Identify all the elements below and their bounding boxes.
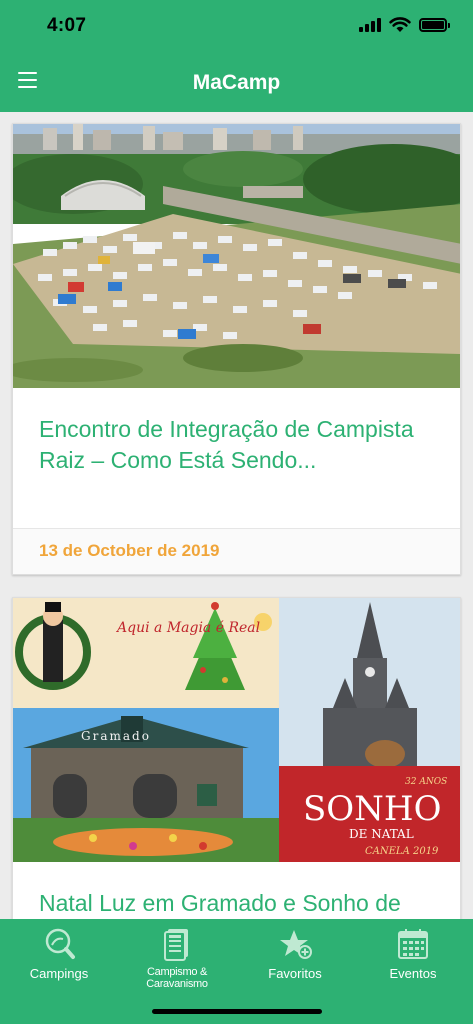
post-card[interactable]: Encontro de Integração de Campista Raiz … (12, 123, 461, 575)
tab-campismo-caravanismo[interactable]: Campismo & Caravanismo (118, 927, 236, 991)
magic-slogan: Aqui a Magia é Real (115, 620, 260, 636)
post-image-campsite[interactable] (13, 124, 460, 388)
news-icon (164, 929, 188, 961)
wifi-icon (389, 17, 411, 32)
post-card[interactable]: Aqui a Magia é Real Gramado 32 ANOS SONH… (12, 597, 461, 919)
campsite-aerial-photo (13, 124, 460, 388)
status-icons (359, 17, 450, 33)
tab-eventos[interactable]: Eventos (354, 927, 472, 991)
tab-label: Campismo & Caravanismo (146, 966, 208, 990)
natal-luz-collage: Aqui a Magia é Real Gramado 32 ANOS SONH… (13, 598, 460, 862)
tab-label: Favoritos (268, 966, 322, 981)
post-feed[interactable]: Encontro de Integração de Campista Raiz … (0, 112, 473, 919)
sonho-de-natal: DE NATAL (349, 827, 414, 841)
tab-campings[interactable]: Campings (0, 927, 118, 991)
post-date: 13 de October de 2019 (39, 541, 220, 560)
home-indicator (152, 1009, 322, 1014)
star-add-icon (280, 930, 312, 959)
sonho-title: SONHO (303, 789, 441, 829)
magnifier-icon (45, 928, 75, 959)
post-image-natal[interactable]: Aqui a Magia é Real Gramado 32 ANOS SONH… (13, 598, 460, 862)
status-time: 4:07 (47, 15, 87, 36)
app-title: MaCamp (192, 71, 281, 94)
app-header: 4:07 MaCamp (0, 0, 473, 112)
tab-favoritos[interactable]: Favoritos (236, 927, 354, 991)
sonho-years: 32 ANOS (405, 777, 447, 787)
tab-label: Eventos (389, 966, 437, 981)
cellular-signal-icon (359, 18, 381, 32)
sonho-canela: CANELA 2019 (365, 846, 439, 857)
gramado-sign: Gramado (81, 729, 151, 743)
post-title[interactable]: Natal Luz em Gramado e Sonho de (13, 862, 460, 919)
battery-icon (419, 18, 450, 32)
post-title[interactable]: Encontro de Integração de Campista Raiz … (13, 388, 460, 476)
calendar-icon (398, 929, 428, 959)
tab-label: Campings (29, 966, 89, 981)
post-footer: 13 de October de 2019 (13, 528, 460, 574)
status-bar: 4:07 (0, 0, 473, 54)
